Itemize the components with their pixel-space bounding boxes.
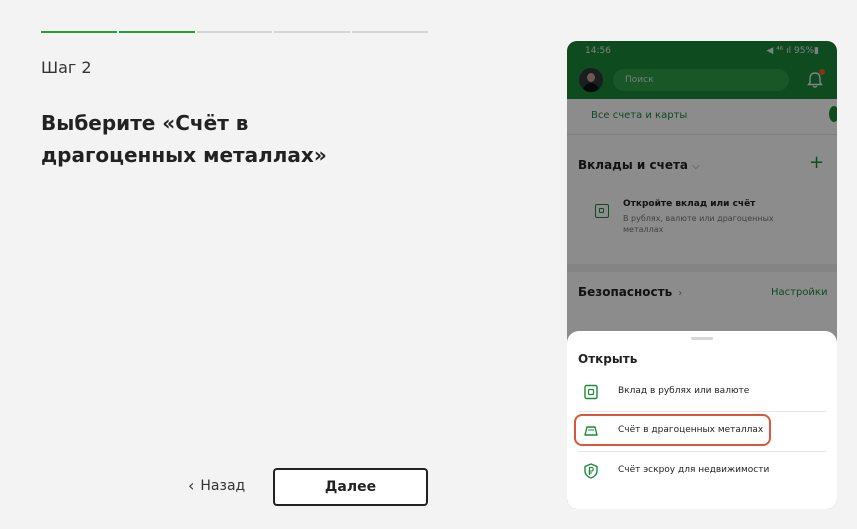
sheet-title: Открыть [578,352,638,366]
option-label: Счёт эскроу для недвижимости [618,465,770,475]
chevron-left-icon: ‹ [188,476,195,495]
back-button[interactable]: ‹ Назад [188,476,246,495]
progress-segment [196,31,273,33]
bottom-sheet: Открыть Вклад в рублях или валюте Счёт в… [567,331,837,509]
progress-segment [41,31,117,33]
next-button[interactable]: Далее [273,468,428,506]
progress-segment [118,31,195,33]
back-label: Назад [200,478,246,494]
progress-bar [41,31,428,34]
sheet-handle[interactable] [691,337,713,340]
progress-segment [352,31,428,33]
option-deposit[interactable]: Вклад в рублях или валюте [567,373,837,411]
option-label: Вклад в рублях или валюте [618,386,750,396]
highlight-frame [574,414,771,446]
option-escrow[interactable]: Счёт эскроу для недвижимости [567,452,837,490]
ruble-shield-icon [584,463,598,479]
progress-segment [274,31,351,33]
phone-screenshot: 14:56 ◀ ⁴⁶ ıl 95%▮ Поиск Все счета и кар… [567,41,837,509]
step-label: Шаг 2 [41,58,92,77]
safe-icon [584,384,598,400]
page-title: Выберите «Счёт в драгоценных металлах» [41,111,327,167]
